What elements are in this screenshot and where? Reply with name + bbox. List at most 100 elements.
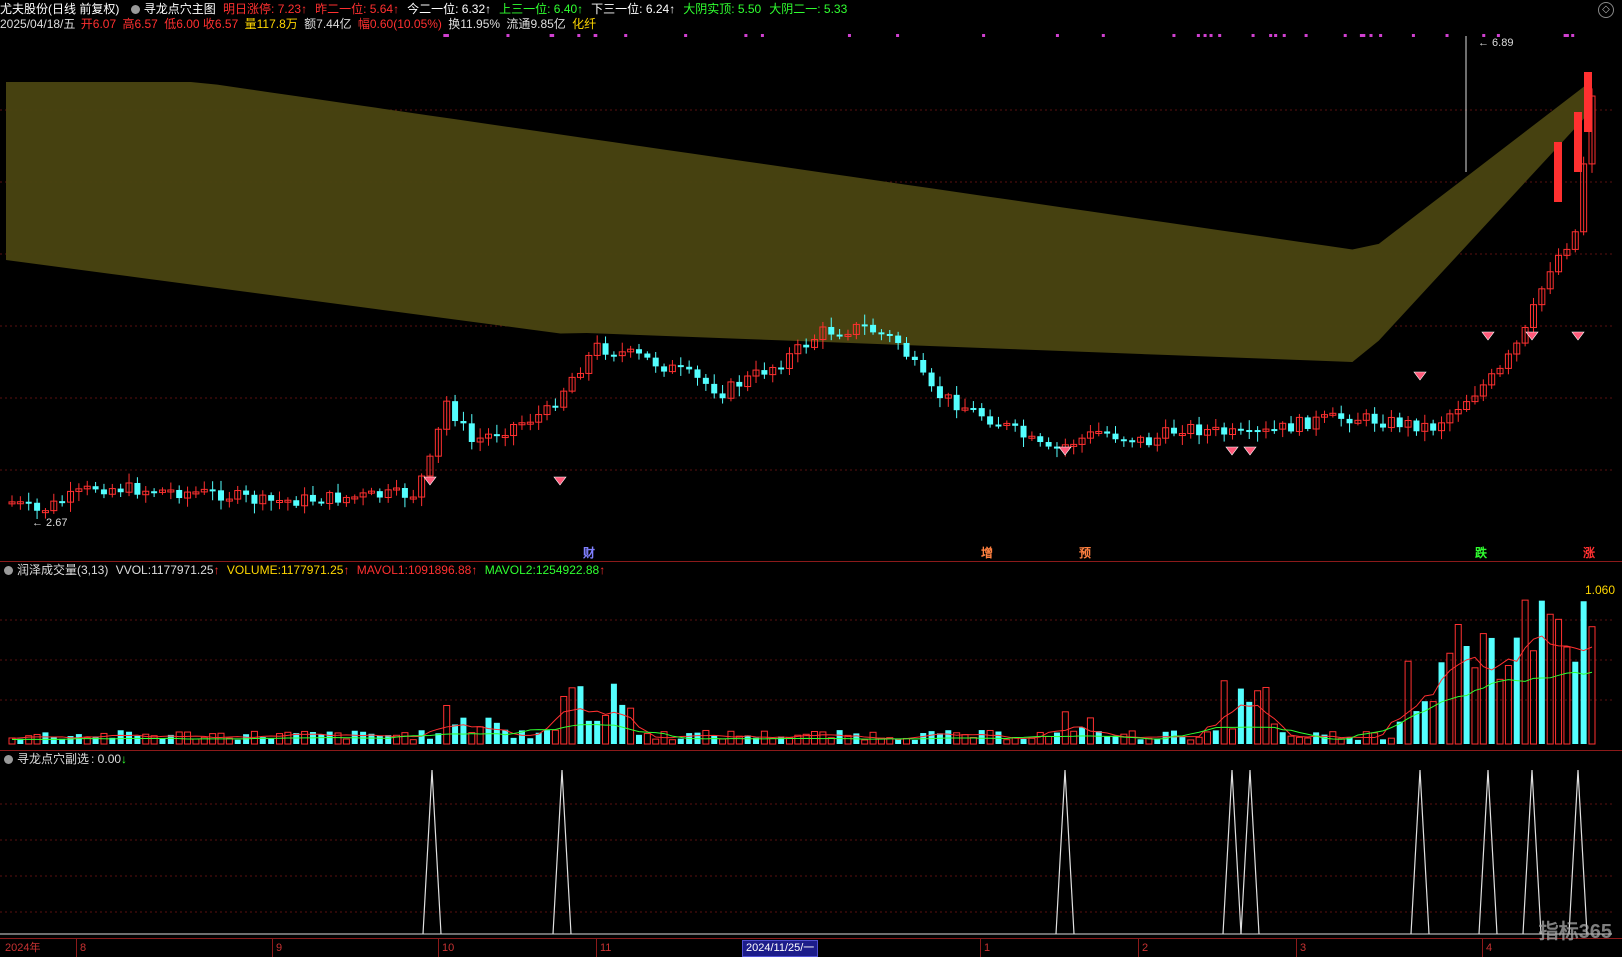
vol-bar-112 xyxy=(945,730,952,744)
vol-bar-185 xyxy=(1555,618,1563,745)
indicator-menu-icon[interactable] xyxy=(130,5,140,15)
candle-body-71 xyxy=(602,343,609,355)
signal-dot-38 xyxy=(1209,34,1213,37)
sub-divider xyxy=(0,750,1622,751)
vol-bar-65 xyxy=(551,729,559,745)
signal-gem-4 xyxy=(1243,446,1257,456)
signal-dot-39 xyxy=(443,34,447,37)
vol-bar-142 xyxy=(1195,736,1203,745)
candle-body-54 xyxy=(460,421,467,424)
vol-bar-96 xyxy=(811,730,819,745)
vol-bar-161 xyxy=(1354,739,1361,744)
main-price-chart[interactable]: ← 6.89 ← 2.67 xyxy=(0,32,1622,552)
candle-body-163 xyxy=(1371,413,1378,424)
signal-gem-5 xyxy=(1413,371,1427,381)
signal-gem-1 xyxy=(553,476,567,486)
candle-body-145 xyxy=(1221,427,1228,435)
vol-bar-59 xyxy=(502,729,509,744)
indicator-name[interactable]: 寻龙点穴主图 xyxy=(144,2,216,16)
sub-name[interactable]: 寻龙点穴副选 xyxy=(17,752,89,766)
marker-zhang: 涨 xyxy=(1583,546,1596,560)
candle-body-95 xyxy=(803,344,810,348)
candle-body-142 xyxy=(1196,424,1203,436)
volume-value: 1177971.25 xyxy=(280,563,344,577)
volume-name[interactable]: 润泽成交量(3,13) xyxy=(17,563,108,577)
candle-body-92 xyxy=(778,367,785,370)
collapse-icon[interactable]: ◇ xyxy=(1598,2,1614,18)
candle-body-36 xyxy=(309,494,316,502)
max-price-label: ← 6.89 xyxy=(1478,37,1513,49)
vol-bar-146 xyxy=(1229,728,1237,745)
marker-die: 跌 xyxy=(1475,546,1488,560)
signal-dot-29 xyxy=(1362,34,1366,37)
vol-bar-50 xyxy=(426,738,433,744)
vol-bar-39 xyxy=(334,732,342,745)
sector-label[interactable]: 化纤 xyxy=(572,17,596,31)
vol-bar-37 xyxy=(318,734,325,744)
mavol1-value: 1091896.88 xyxy=(407,563,472,577)
signal-dot-0 xyxy=(847,34,851,37)
signal-dot-26 xyxy=(577,34,581,37)
vol-bar-119 xyxy=(1003,739,1011,745)
vol-bar-62 xyxy=(527,738,534,744)
candle-body-44 xyxy=(376,491,383,498)
vol-bar-76 xyxy=(643,733,651,745)
candle-body-123 xyxy=(1037,436,1044,443)
axis-label-sep: 9 xyxy=(272,939,282,957)
candle-body-98 xyxy=(828,326,835,335)
sub-arrow: ↓ xyxy=(121,752,128,766)
vol-bar-164 xyxy=(1380,739,1387,744)
signal-dot-4 xyxy=(1482,34,1486,37)
vol-bar-153 xyxy=(1287,735,1295,745)
vol-bar-149 xyxy=(1254,690,1262,745)
candle-body-103 xyxy=(870,324,877,333)
volume-menu-icon[interactable] xyxy=(4,566,13,576)
turnover-label: 换 xyxy=(448,17,461,31)
signal-spike-2 xyxy=(1055,769,1075,935)
vol-bar-75 xyxy=(635,734,642,744)
vol-bar-186 xyxy=(1563,646,1571,745)
signal-dot-37 xyxy=(1379,34,1383,37)
candle-body-170 xyxy=(1430,423,1437,431)
axis-label-aug: 8 xyxy=(76,939,86,957)
vol-bar-118 xyxy=(995,731,1002,744)
period-label[interactable]: (日线 前复权) xyxy=(48,2,119,16)
candle-body-29 xyxy=(251,494,258,504)
vol-bar-102 xyxy=(861,739,869,745)
candle-body-90 xyxy=(761,370,768,375)
sub-menu-icon[interactable] xyxy=(4,755,13,765)
signal-dot-8 xyxy=(1274,34,1278,37)
vol-bar-77 xyxy=(652,738,660,745)
candle-body-115 xyxy=(970,407,977,410)
vol-bar-144 xyxy=(1212,730,1219,744)
mavol2-label: MAVOL2: xyxy=(484,563,536,577)
stock-name[interactable]: 尤夫股份 xyxy=(0,2,48,16)
sub-indicator-chart[interactable] xyxy=(0,768,1622,938)
cursor-date: 2024/11/25/一 xyxy=(742,940,819,957)
volume-chart[interactable] xyxy=(0,580,1622,746)
signal-dot-31 xyxy=(1055,34,1059,37)
vol-bar-156 xyxy=(1313,732,1320,744)
signal-spike-3 xyxy=(1222,769,1242,935)
signal-spike-7 xyxy=(1522,769,1542,935)
vol-bar-66 xyxy=(560,695,568,745)
vol-bar-188 xyxy=(1580,601,1587,744)
signal-dot-13 xyxy=(1172,34,1176,37)
vol-bar-60 xyxy=(510,737,517,744)
vol-bar-23 xyxy=(200,736,208,745)
candle-body-168 xyxy=(1413,420,1420,432)
vol-bar-127 xyxy=(1070,730,1078,745)
vol-bar-158 xyxy=(1329,731,1337,745)
vol-bar-14 xyxy=(126,731,133,744)
time-axis[interactable]: 2024年 8 9 10 11 1 2 3 4 2024/11/25/一 xyxy=(0,938,1622,957)
candle-body-85 xyxy=(719,393,726,399)
candle-body-164 xyxy=(1380,423,1387,428)
axis-label-apr: 4 xyxy=(1482,939,1492,957)
axis-label-mar: 3 xyxy=(1296,939,1306,957)
vol-bar-121 xyxy=(1020,738,1027,744)
vol-bar-79 xyxy=(668,739,676,745)
signal-dot-32 xyxy=(1218,34,1222,37)
header-bar: 尤夫股份(日线 前复权) 寻龙点穴主图 明日涨停: 7.23↑ 昨二一位: 5.6… xyxy=(0,1,859,17)
vol-bar-0 xyxy=(8,737,16,745)
vol-bar-140 xyxy=(1179,737,1186,744)
